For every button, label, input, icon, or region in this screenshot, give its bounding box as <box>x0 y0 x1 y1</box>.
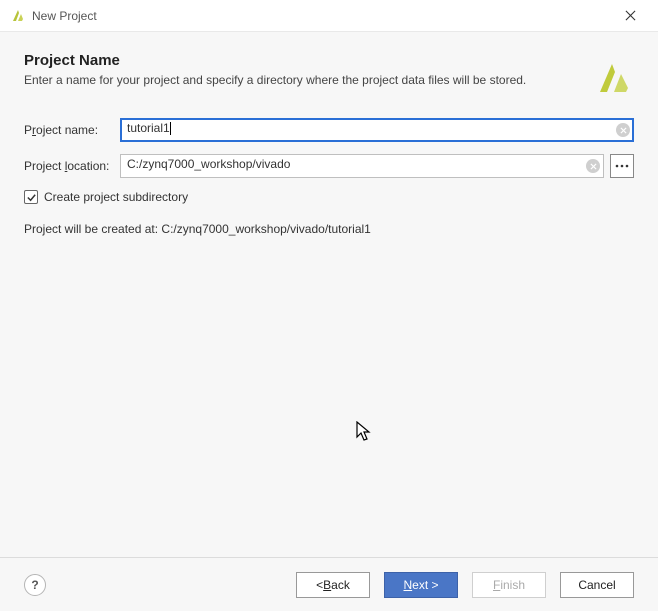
create-subdir-row: Create project subdirectory <box>24 190 634 204</box>
dialog-header: Project Name Enter a name for your proje… <box>0 32 658 106</box>
clear-icon <box>620 127 627 134</box>
back-button[interactable]: < Back <box>296 572 370 598</box>
next-button[interactable]: Next > <box>384 572 458 598</box>
page-subtitle: Enter a name for your project and specif… <box>24 73 594 87</box>
checkmark-icon <box>26 192 37 203</box>
project-location-input[interactable]: C:/zynq7000_workshop/vivado <box>120 154 604 178</box>
help-button[interactable]: ? <box>24 574 46 596</box>
clear-name-button[interactable] <box>616 123 630 137</box>
project-location-label: Project location: <box>24 159 120 173</box>
cancel-button[interactable]: Cancel <box>560 572 634 598</box>
project-name-row: Project name: tutorial1 <box>24 118 634 142</box>
close-button[interactable] <box>610 1 650 31</box>
vivado-logo-icon <box>594 58 634 98</box>
close-icon <box>625 10 636 21</box>
form-area: Project name: tutorial1 Project location… <box>0 106 658 236</box>
project-name-label: Project name: <box>24 123 120 137</box>
clear-location-button[interactable] <box>586 159 600 173</box>
created-at-label: Project will be created at: C:/zynq7000_… <box>24 222 634 236</box>
dialog-footer: ? < Back Next > Finish Cancel <box>0 557 658 611</box>
project-location-row: Project location: C:/zynq7000_workshop/v… <box>24 154 634 178</box>
create-subdir-checkbox[interactable] <box>24 190 38 204</box>
window-title: New Project <box>32 9 97 23</box>
clear-icon <box>590 163 597 170</box>
project-name-input[interactable]: tutorial1 <box>120 118 634 142</box>
cursor-icon <box>356 421 374 443</box>
help-icon: ? <box>31 578 38 592</box>
vivado-app-icon <box>10 8 26 24</box>
create-subdir-label: Create project subdirectory <box>44 190 188 204</box>
finish-button: Finish <box>472 572 546 598</box>
browse-location-button[interactable] <box>610 154 634 178</box>
new-project-dialog: New Project Project Name Enter a name fo… <box>0 0 658 611</box>
ellipsis-icon <box>615 164 629 168</box>
page-title: Project Name <box>24 52 594 69</box>
titlebar: New Project <box>0 0 658 32</box>
text-caret <box>170 122 171 135</box>
